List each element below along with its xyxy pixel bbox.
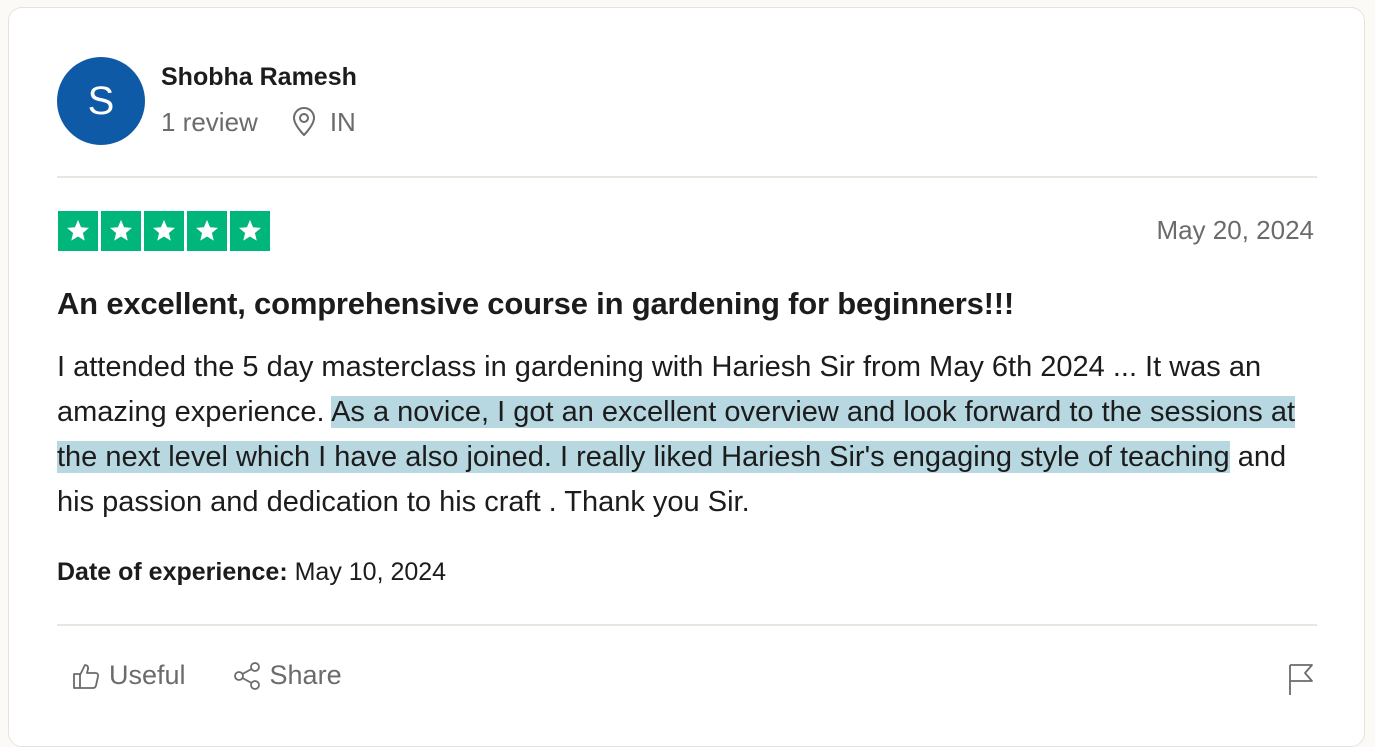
reviewer-country: IN [329,106,356,137]
star-icon [230,211,270,251]
star-icon [144,211,184,251]
thumbs-up-icon [73,663,100,689]
review-title[interactable]: An excellent, comprehensive course in ga… [57,286,1014,322]
share-icon [233,661,260,690]
divider [57,624,1317,626]
report-flag-button[interactable] [1286,662,1316,696]
review-actions: Useful Share [71,660,342,691]
useful-button[interactable]: Useful [71,660,186,691]
useful-label: Useful [109,660,186,690]
star-icon [187,211,227,251]
experience-label: Date of experience: [57,558,288,586]
share-button[interactable]: Share [232,660,342,691]
location-pin-icon [290,107,318,137]
divider [57,176,1317,178]
review-date: May 20, 2024 [1156,215,1314,245]
star-icon [58,211,98,251]
review-body: I attended the 5 day masterclass in gard… [57,345,1327,525]
reviewer-meta: 1 review IN [161,106,356,138]
date-of-experience: Date of experience: May 10, 2024 [57,558,446,587]
review-count: 1 review [161,106,258,137]
avatar-initial: S [87,78,115,123]
share-label: Share [269,660,342,690]
review-card: S Shobha Ramesh 1 review IN May 20, 2024 [8,7,1365,747]
star-rating [58,211,270,251]
avatar[interactable]: S [57,57,145,145]
flag-icon [1289,664,1313,695]
star-icon [101,211,141,251]
experience-date: May 10, 2024 [294,558,447,586]
reviewer-name[interactable]: Shobha Ramesh [161,63,357,92]
